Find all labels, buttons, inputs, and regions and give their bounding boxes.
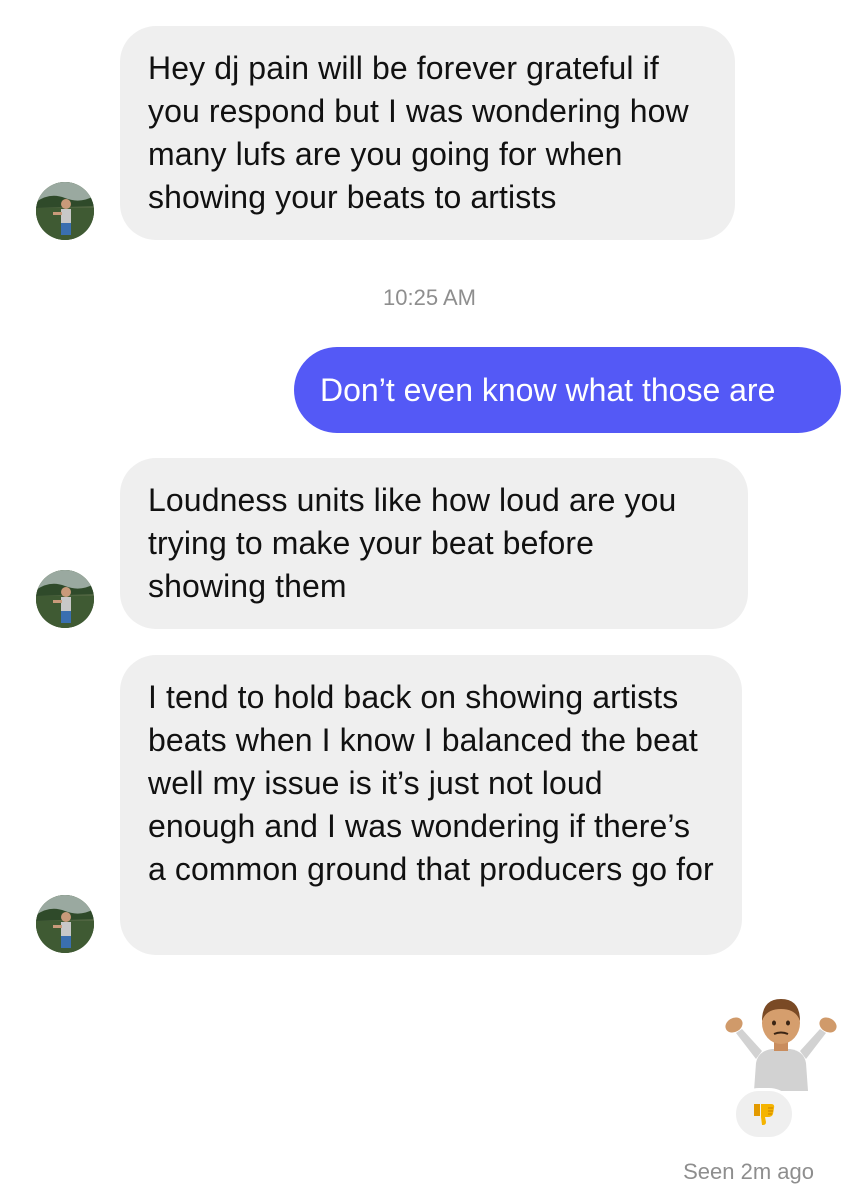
message-text: I tend to hold back on showing artists b… bbox=[148, 679, 714, 887]
emoji-message[interactable] bbox=[722, 993, 840, 1091]
contact-avatar[interactable] bbox=[36, 182, 94, 240]
person-shrugging-icon bbox=[725, 999, 837, 1091]
message-text: Don’t even know what those are bbox=[320, 372, 776, 408]
message-bubble-incoming[interactable]: Loudness units like how loud are you try… bbox=[120, 458, 748, 629]
message-text: Hey dj pain will be forever grateful if … bbox=[148, 50, 689, 215]
message-text: Loudness units like how loud are you try… bbox=[148, 482, 677, 604]
message-reaction[interactable] bbox=[733, 1088, 795, 1140]
message-bubble-outgoing[interactable]: Don’t even know what those are bbox=[294, 347, 841, 433]
avatar-photo bbox=[36, 182, 94, 240]
thumbs-down-icon bbox=[754, 1104, 775, 1125]
contact-avatar[interactable] bbox=[36, 895, 94, 953]
seen-status: Seen 2m ago bbox=[683, 1159, 814, 1184]
contact-avatar[interactable] bbox=[36, 570, 94, 628]
message-bubble-incoming[interactable]: Hey dj pain will be forever grateful if … bbox=[120, 26, 735, 240]
avatar-photo bbox=[36, 570, 94, 628]
message-timestamp: 10:25 AM bbox=[383, 285, 476, 310]
message-bubble-incoming[interactable]: I tend to hold back on showing artists b… bbox=[120, 655, 742, 955]
avatar-photo bbox=[36, 895, 94, 953]
